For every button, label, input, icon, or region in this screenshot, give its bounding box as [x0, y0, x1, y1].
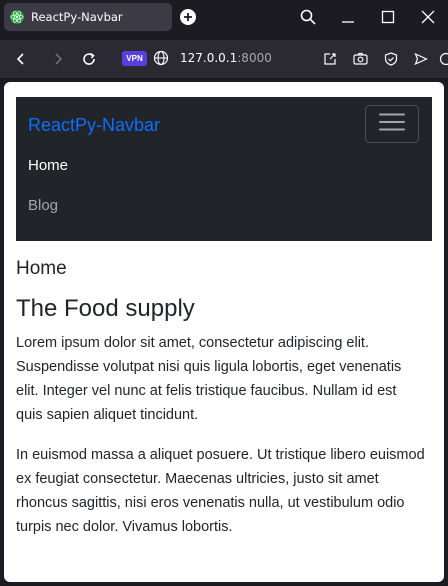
minimize-icon[interactable]: [337, 6, 359, 28]
page-viewport: ReactPy-Navbar Home Blog Home The Food s…: [4, 82, 444, 582]
reactpy-tab-icon: [9, 9, 25, 25]
reload-icon[interactable]: [78, 48, 100, 70]
maximize-icon[interactable]: [377, 6, 399, 28]
tab-title: ReactPy-Navbar: [31, 10, 123, 24]
share-icon[interactable]: [320, 49, 340, 69]
navbar-toggler[interactable]: [365, 105, 419, 143]
shield-icon[interactable]: [381, 49, 401, 69]
article-title: The Food supply: [16, 295, 195, 322]
url-port: :8000: [237, 51, 272, 65]
forward-icon[interactable]: [47, 48, 69, 70]
back-icon[interactable]: [10, 48, 32, 70]
globe-icon[interactable]: [153, 50, 169, 66]
hamburger-icon: [379, 112, 405, 136]
browser-tab-bar: ReactPy-Navbar: [0, 0, 448, 34]
nav-link-blog[interactable]: Blog: [28, 197, 58, 214]
paragraph-2: In euismod massa a aliquet posuere. Ut t…: [16, 447, 425, 535]
url-host: 127.0.0.1: [180, 51, 238, 65]
extension-icon[interactable]: [436, 49, 448, 69]
vpn-badge[interactable]: VPN: [122, 51, 147, 66]
screenshot-icon[interactable]: [350, 49, 370, 69]
send-icon[interactable]: [411, 49, 431, 69]
app-navbar: ReactPy-Navbar Home Blog: [16, 97, 432, 241]
navbar-brand[interactable]: ReactPy-Navbar: [28, 115, 160, 136]
main-content: Home The Food supply Lorem ipsum dolor s…: [16, 258, 426, 555]
nav-link-home[interactable]: Home: [28, 157, 68, 174]
url-field[interactable]: 127.0.0.1:8000: [180, 51, 272, 65]
paragraph-1: Lorem ipsum dolor sit amet, consectetur …: [16, 335, 402, 423]
search-icon[interactable]: [297, 6, 319, 28]
new-tab-icon[interactable]: [180, 9, 196, 25]
close-icon[interactable]: [417, 6, 439, 28]
page-heading: Home: [16, 258, 67, 279]
browser-tab[interactable]: ReactPy-Navbar: [4, 3, 172, 31]
